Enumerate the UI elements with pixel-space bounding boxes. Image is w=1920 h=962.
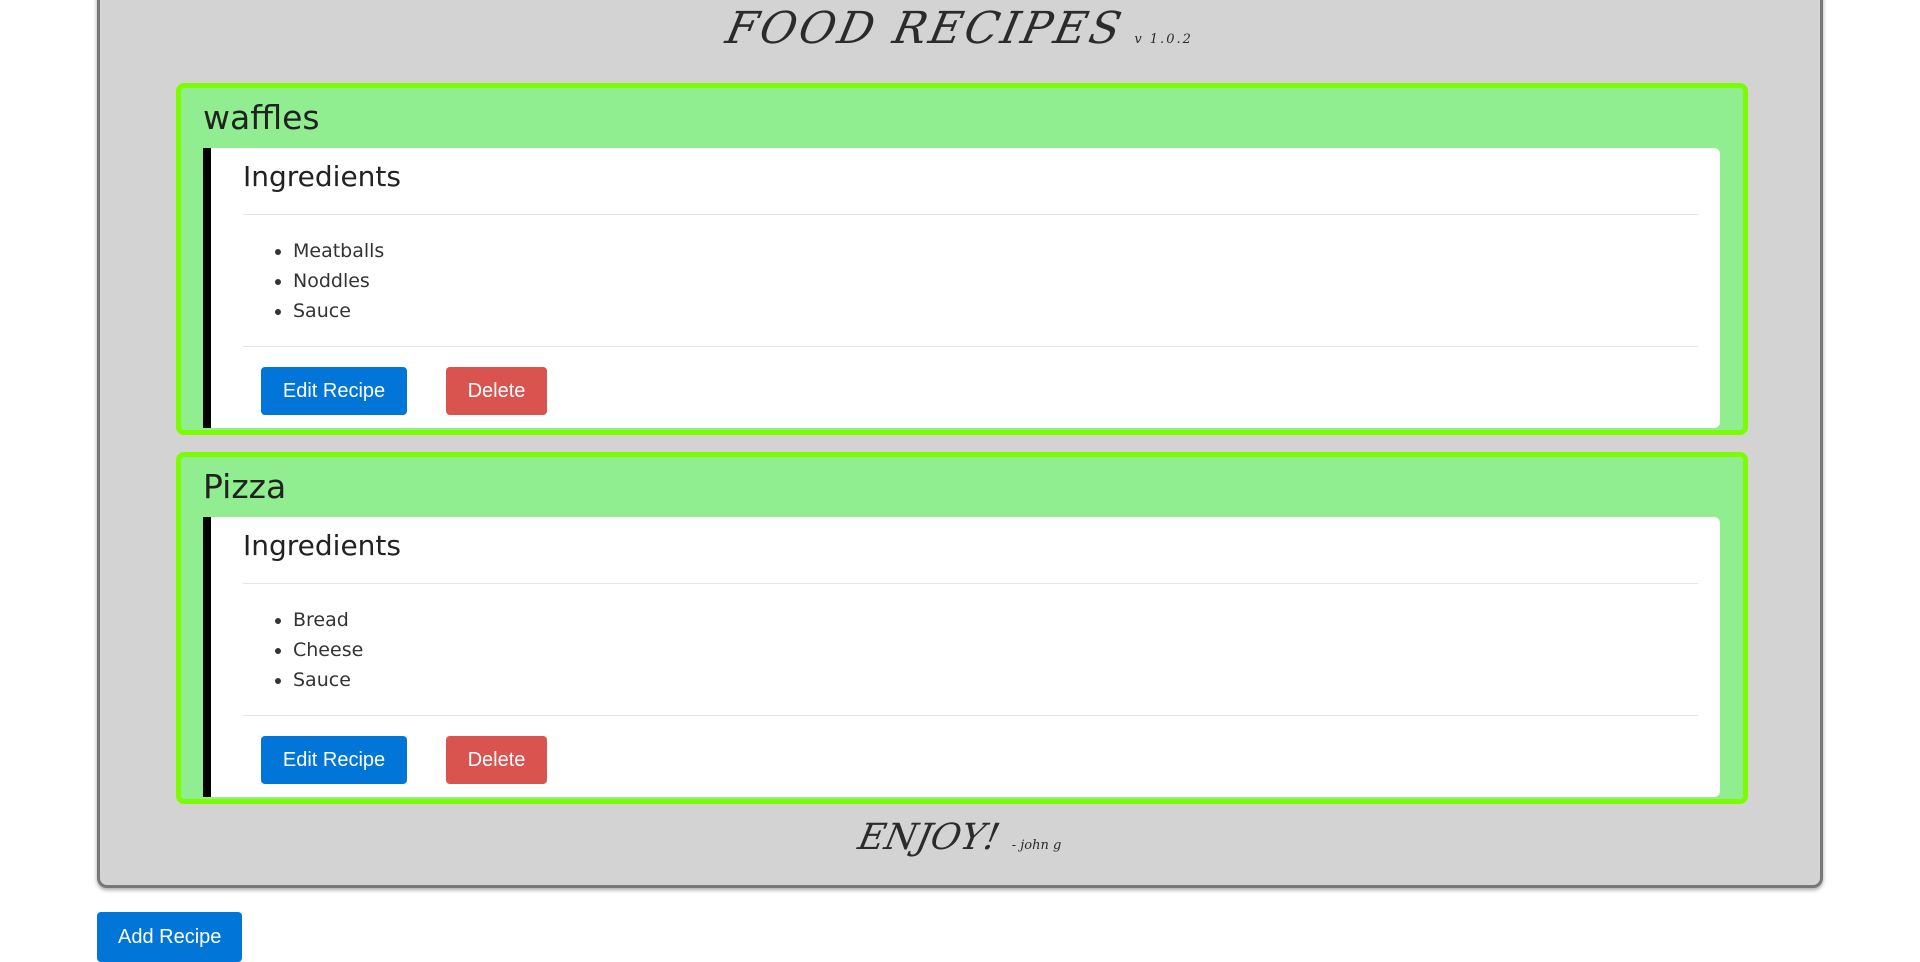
ingredient-item: Noddles [293,266,384,296]
recipe-card[interactable]: waffles Ingredients Meatballs Noddles Sa… [176,83,1748,435]
edit-recipe-button[interactable]: Edit Recipe [261,367,407,415]
divider [243,346,1698,347]
ingredient-list: Meatballs Noddles Sauce [243,236,384,326]
ingredients-heading: Ingredients [243,160,401,193]
ingredient-item: Meatballs [293,236,384,266]
edit-recipe-button[interactable]: Edit Recipe [261,736,407,784]
ingredient-item: Cheese [293,635,363,665]
ingredient-item: Sauce [293,296,384,326]
app-version: v 1.0.2 [1134,32,1193,47]
ingredient-list: Bread Cheese Sauce [243,605,363,695]
app-title-text: FOOD RECIPES [721,3,1129,54]
app-title: FOOD RECIPES v 1.0.2 [100,3,1820,54]
recipe-details: Ingredients Bread Cheese Sauce Edit Reci… [203,517,1720,797]
ingredient-item: Bread [293,605,363,635]
recipe-card[interactable]: Pizza Ingredients Bread Cheese Sauce Edi… [176,452,1748,804]
delete-recipe-button[interactable]: Delete [446,736,547,784]
recipe-box-panel: FOOD RECIPES v 1.0.2 waffles Ingredients… [97,0,1823,888]
divider [243,583,1698,584]
footer-message: ENJOY! - john g [100,817,1820,858]
recipe-name[interactable]: waffles [203,98,320,137]
recipe-name[interactable]: Pizza [203,467,286,506]
footer-enjoy-text: ENJOY! [854,817,1003,858]
add-recipe-button[interactable]: Add Recipe [97,912,243,962]
divider [243,214,1698,215]
recipe-details: Ingredients Meatballs Noddles Sauce Edit… [203,148,1720,428]
ingredient-item: Sauce [293,665,363,695]
delete-recipe-button[interactable]: Delete [446,367,547,415]
footer-signature: - john g [1011,838,1062,853]
ingredients-heading: Ingredients [243,529,401,562]
divider [243,715,1698,716]
